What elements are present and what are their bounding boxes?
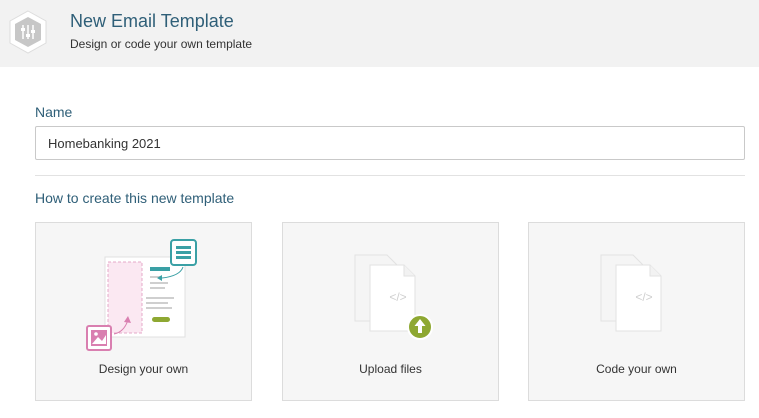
divider	[35, 175, 745, 176]
design-layout-icon	[86, 239, 197, 351]
svg-text:</>: </>	[635, 290, 652, 304]
card-label: Design your own	[98, 362, 189, 376]
svg-text:</>: </>	[389, 290, 406, 304]
name-label: Name	[35, 104, 73, 120]
card-label: Upload files	[359, 362, 422, 376]
option-code-your-own[interactable]: </> Code your own	[528, 222, 745, 401]
name-input[interactable]	[35, 126, 745, 160]
page-title: New Email Template	[70, 11, 234, 31]
page-header: New Email Template Design or code your o…	[0, 0, 759, 67]
upload-file-icon: </>	[354, 254, 433, 340]
option-upload-files[interactable]: </> Upload files	[282, 222, 499, 401]
section-title: How to create this new template	[35, 190, 235, 206]
sliders-icon	[9, 10, 47, 54]
card-label: Code your own	[596, 362, 677, 376]
page-subtitle: Design or code your own template	[70, 37, 253, 51]
code-file-icon: </>	[600, 254, 662, 332]
option-design-your-own[interactable]: Design your own	[35, 222, 252, 401]
